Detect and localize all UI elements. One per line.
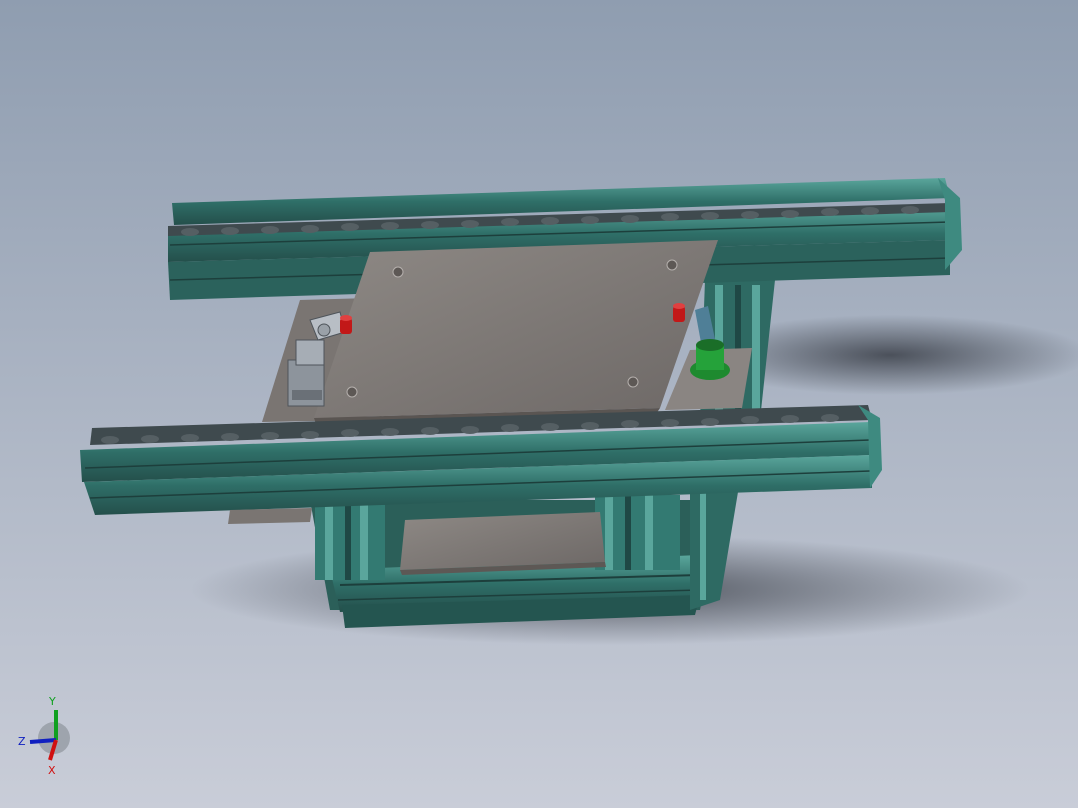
plate-hole	[666, 259, 678, 271]
cad-viewport[interactable]: Y Z X	[0, 0, 1078, 808]
y-axis-label: Y	[48, 695, 56, 708]
z-axis-label: Z	[18, 735, 26, 748]
model-render[interactable]	[0, 0, 1078, 808]
z-axis-line	[29, 738, 57, 744]
x-axis-label: X	[48, 764, 56, 777]
lower-frame	[310, 495, 720, 628]
plate-hole	[627, 376, 639, 388]
lower-left-tab	[228, 508, 312, 524]
red-stop-pin-right	[673, 303, 685, 322]
plate-hole	[392, 266, 404, 278]
red-stop-pin-left	[340, 315, 352, 334]
main-plate	[314, 240, 718, 424]
orientation-triad[interactable]: Y Z X	[12, 690, 92, 780]
plate-hole	[346, 386, 358, 398]
